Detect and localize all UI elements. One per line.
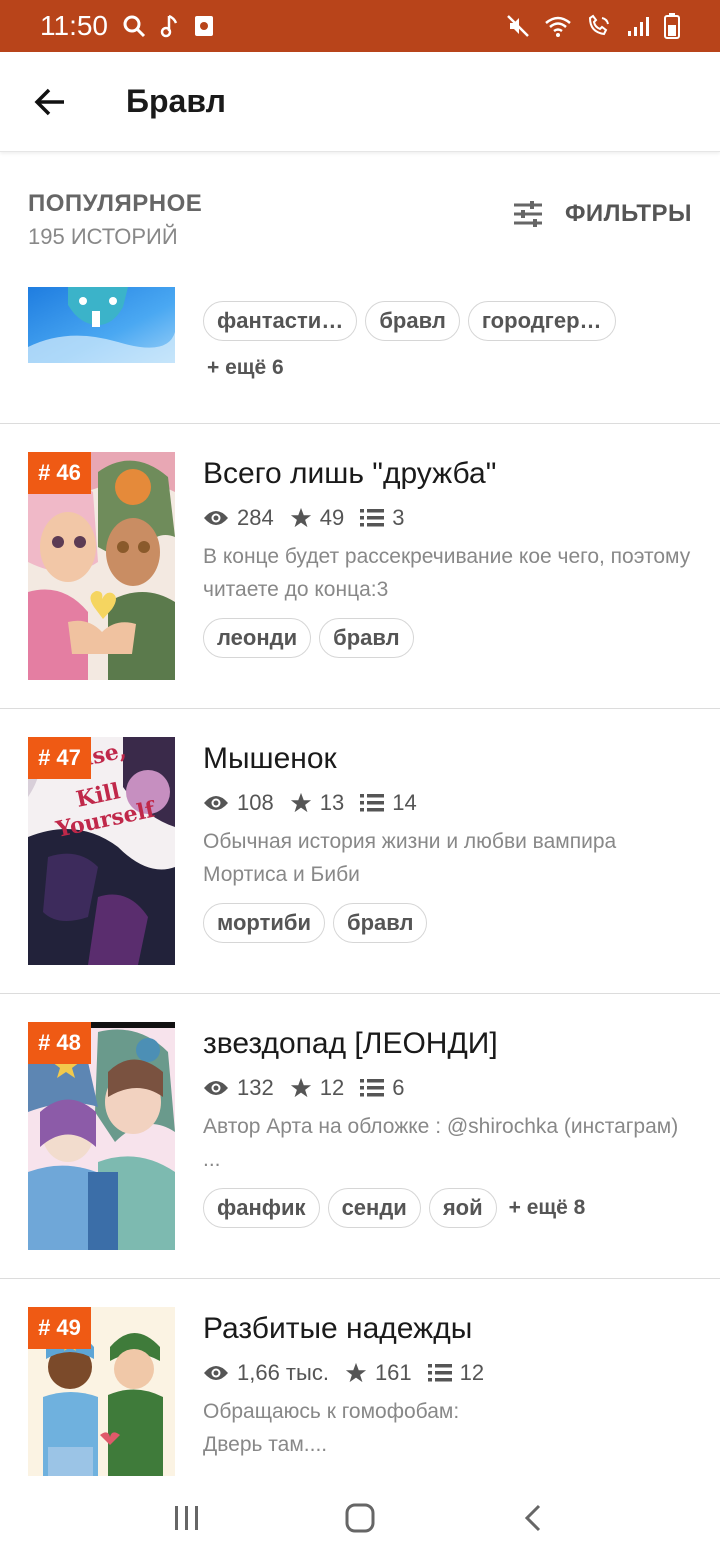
parts-stat: 3 [360,505,404,531]
list-title: ПОПУЛЯРНОЕ [28,190,203,217]
signal-icon [628,17,649,36]
tag-list: фанфик сенди яой + ещё 8 [203,1188,585,1228]
list-icon [360,509,385,527]
mute-icon [507,15,529,37]
back-button[interactable] [0,52,100,152]
status-time: 11:50 [40,10,108,41]
story-stats: 132 12 6 [203,1075,420,1101]
recent-apps-button[interactable] [147,1476,227,1560]
list-icon [360,1079,385,1097]
wifi-call-icon [588,14,609,36]
story-cover [28,287,175,363]
views-stat: 1,66 тыс. [203,1360,329,1386]
rank-badge: # 48 [28,1022,91,1064]
tag-list: фантасти… бравл городгер… [203,301,616,341]
more-tags[interactable]: + ещё 8 [509,1196,586,1220]
story-title[interactable]: Всего лишь "дружба" [203,457,496,491]
eye-icon [204,511,228,525]
tag[interactable]: сенди [327,1188,421,1228]
battery-icon [664,13,680,39]
story-item[interactable]: # 46 Всего лишь "дружба" 284 49 3 В конц… [0,424,720,709]
system-back-button[interactable] [493,1476,573,1560]
status-bar: 11:50 [0,0,720,52]
story-description: Автор Арта на обложке : @shirochka (инст… [203,1115,679,1171]
tag[interactable]: бравл [332,903,428,943]
story-cover: # 48 [28,1022,175,1250]
home-button[interactable] [320,1476,400,1560]
story-stats: 284 49 3 [203,505,420,531]
eye-icon [204,796,228,810]
views-stat: 284 [203,505,274,531]
tag[interactable]: фанфик [203,1188,320,1228]
story-item[interactable]: # 49 Разбитые надежды 1,66 тыс. 161 12 О… [0,1279,720,1476]
story-description: Обычная история жизни и любви вампира Мо… [203,830,617,886]
rank-badge: # 47 [28,737,91,779]
list-icon [360,794,385,812]
more-tags[interactable]: + ещё 6 [207,356,284,380]
wifi-icon [545,16,571,37]
back-icon [525,1504,541,1532]
home-icon [345,1503,375,1533]
filters-label: ФИЛЬТРЫ [564,200,692,227]
tag[interactable]: леонди [203,618,312,658]
tag[interactable]: бравл [319,618,414,658]
story-cover: # 49 [28,1307,175,1476]
star-icon [290,792,311,813]
filters-button[interactable]: ФИЛЬТРЫ [513,200,692,228]
rank-badge: # 49 [28,1307,91,1349]
star-icon [290,1077,311,1098]
tag-list: мортиби бравл [203,903,428,943]
story-stats: 1,66 тыс. 161 12 [203,1360,500,1386]
app-bar: Бравл [0,52,720,152]
sliders-icon [513,201,542,227]
stars-stat: 49 [290,505,344,531]
story-item[interactable]: Please, Kill Yourself # 47 Мышенок 108 1… [0,709,720,994]
tag[interactable]: бравл [365,301,460,341]
story-title[interactable]: Разбитые надежды [203,1312,472,1346]
star-icon [290,507,311,528]
page-title: Бравл [126,83,226,119]
rank-badge: # 46 [28,452,91,494]
stars-stat: 13 [290,790,344,816]
story-stats: 108 13 14 [203,790,433,816]
list-header: ПОПУЛЯРНОЕ 195 ИСТОРИЙ ФИЛЬТРЫ [0,152,720,280]
search-icon [123,15,146,38]
story-description: В конце будет рассекречивание кое чего, … [203,545,691,601]
tag[interactable]: яой [428,1188,497,1228]
music-note-icon [160,14,178,38]
parts-stat: 6 [360,1075,404,1101]
tag[interactable]: мортиби [203,903,325,943]
system-nav-bar [0,1476,720,1560]
parts-stat: 12 [427,1360,484,1386]
story-cover: Please, Kill Yourself # 47 [28,737,175,965]
recent-apps-icon [174,1506,198,1530]
views-stat: 132 [203,1075,274,1101]
stars-stat: 161 [345,1360,412,1386]
list-icon [427,1364,452,1382]
story-title[interactable]: Мышенок [203,742,337,776]
screenshot-icon [195,16,213,36]
story-item-partial[interactable]: фантасти… бравл городгер… + ещё 6 [0,280,720,424]
story-cover: # 46 [28,452,175,680]
arrow-back-icon [34,88,64,115]
story-description: Обращаюсь к гомофобам: Дверь там.... [203,1400,460,1456]
story-item[interactable]: # 48 звездопад [ЛЕОНДИ] 132 12 6 Автор А… [0,994,720,1279]
views-stat: 108 [203,790,274,816]
tag-list: леонди бравл [203,618,414,658]
parts-stat: 14 [360,790,417,816]
star-icon [345,1362,367,1383]
eye-icon [204,1081,228,1095]
eye-icon [204,1366,228,1380]
tag[interactable]: городгер… [467,301,616,341]
story-count: 195 ИСТОРИЙ [28,224,178,249]
story-title[interactable]: звездопад [ЛЕОНДИ] [203,1027,498,1061]
tag[interactable]: фантасти… [203,301,358,341]
stars-stat: 12 [290,1075,344,1101]
